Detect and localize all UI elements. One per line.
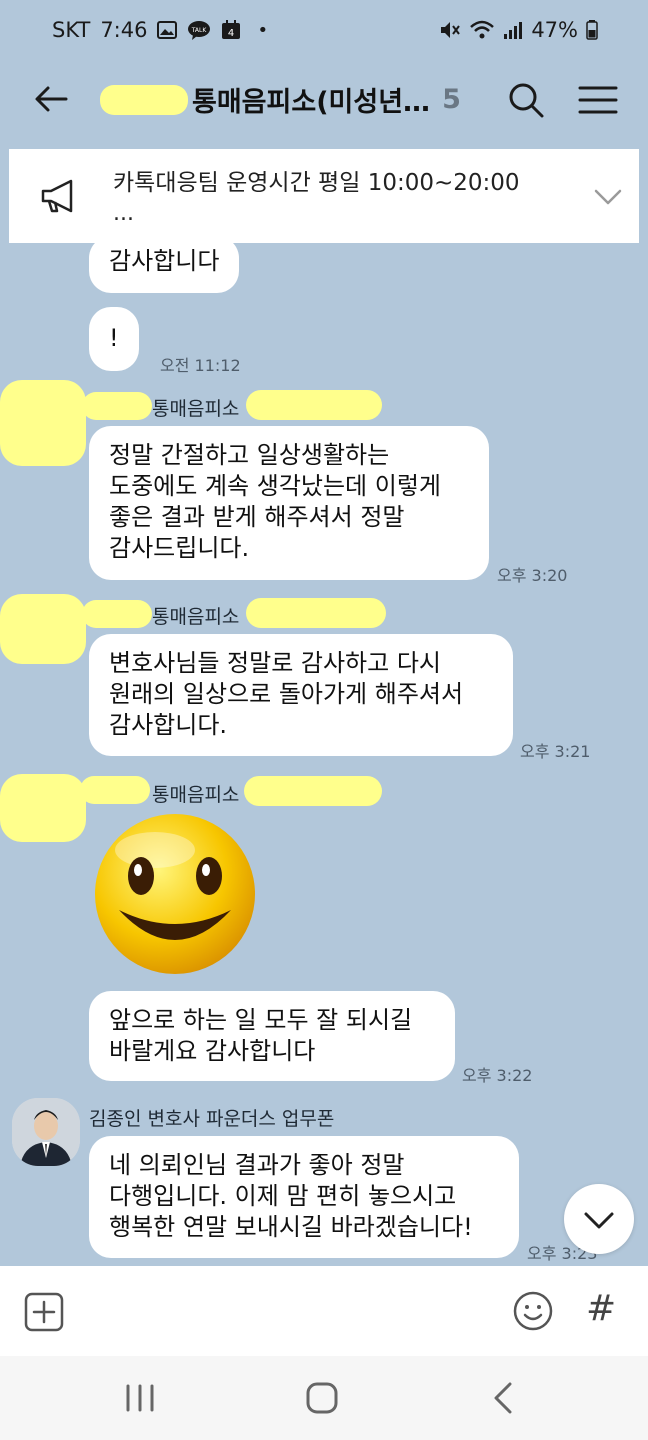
menu-icon[interactable] xyxy=(576,78,620,122)
redaction-highlight xyxy=(82,392,152,420)
member-count: 5 xyxy=(442,84,461,115)
message-bubble[interactable]: 정말 간절하고 일상생활하는 도중에도 계속 생각났는데 이렇게 좋은 결과 받… xyxy=(89,426,489,580)
message-bubble[interactable]: 변호사님들 정말로 감사하고 다시 원래의 일상으로 돌아가게 해주셔서 감사합… xyxy=(89,634,513,756)
message-line: 바랄게요 감사합니다 xyxy=(109,1037,316,1065)
message-line: 네 의뢰인님 결과가 좋아 정말 xyxy=(109,1151,405,1179)
chevron-down-icon[interactable] xyxy=(591,179,625,213)
calendar-icon: 4 xyxy=(222,20,241,39)
nav-back-icon[interactable] xyxy=(488,1380,518,1416)
avatar-redacted xyxy=(0,774,86,842)
avatar-redacted xyxy=(0,594,86,664)
message-line: 정말 간절하고 일상생활하는 xyxy=(109,441,390,469)
chevron-down-icon xyxy=(584,1212,614,1229)
message-line: 변호사님들 정말로 감사하고 다시 xyxy=(109,649,442,677)
sender-name: 통매음피소 xyxy=(152,606,240,628)
sender-name: 김종인 변호사 파운더스 업무폰 xyxy=(89,1108,335,1130)
svg-text:TALK: TALK xyxy=(191,27,208,34)
message-line: 다행입니다. 이제 맘 편히 놓으시고 xyxy=(109,1182,457,1210)
message-line: 감사합니다. xyxy=(109,711,228,739)
redaction-highlight xyxy=(100,84,188,115)
chat-header: 통매음피소(미성년… 5 xyxy=(0,62,648,138)
message-bubble[interactable]: ! xyxy=(89,307,139,371)
message-bubble[interactable]: 네 의뢰인님 결과가 좋아 정말 다행입니다. 이제 맘 편히 놓으시고 행복한… xyxy=(89,1136,519,1258)
battery-percent: 47% xyxy=(531,18,578,42)
redaction-highlight xyxy=(246,598,386,628)
sender-name: 통매음피소 xyxy=(152,784,240,806)
lawyer-photo xyxy=(12,1098,80,1166)
megaphone-icon xyxy=(41,179,73,213)
back-arrow-icon[interactable] xyxy=(28,76,74,122)
scroll-to-bottom-button[interactable] xyxy=(564,1184,634,1254)
emoji-icon[interactable] xyxy=(512,1290,554,1332)
home-icon[interactable] xyxy=(304,1380,340,1416)
kakaotalk-icon: TALK xyxy=(188,21,211,40)
recent-apps-icon[interactable] xyxy=(122,1382,158,1414)
plus-icon[interactable] xyxy=(24,1292,64,1332)
notice-ellipsis: ... xyxy=(113,201,134,226)
more-notifications-dot: • xyxy=(257,19,269,41)
message-line: 앞으로 하는 일 모두 잘 되시길 xyxy=(109,1006,413,1034)
signal-icon xyxy=(504,22,523,39)
message-bubble[interactable]: 감사합니다 xyxy=(89,236,240,293)
svg-text:4: 4 xyxy=(228,28,234,39)
message-time: 오후 3:22 xyxy=(462,1066,533,1085)
redaction-highlight xyxy=(246,390,382,420)
redaction-highlight xyxy=(82,600,152,628)
sender-name: 통매음피소 xyxy=(152,398,240,420)
message-line: 행복한 연말 보내시길 바라겠습니다! xyxy=(109,1213,473,1241)
carrier-label: SKT xyxy=(52,18,91,42)
battery-icon xyxy=(586,20,598,40)
hash-icon[interactable]: # xyxy=(586,1288,626,1332)
message-text: 감사합니다 xyxy=(109,247,220,275)
clock: 7:46 xyxy=(100,18,148,42)
message-time: 오후 3:20 xyxy=(497,566,568,585)
chat-title[interactable]: 통매음피소(미성년… 5 xyxy=(100,80,461,119)
redaction-highlight xyxy=(244,776,382,806)
message-text: ! xyxy=(109,324,119,352)
message-time: 오전 11:12 xyxy=(160,356,241,375)
message-line: 좋은 결과 받게 해주셔서 정말 xyxy=(109,503,405,531)
notice-banner[interactable]: 카톡대응팀 운영시간 평일 10:00~20:00 ... xyxy=(9,149,639,243)
avatar-redacted xyxy=(0,380,86,466)
message-line: 도중에도 계속 생각났는데 이렇게 xyxy=(109,472,442,500)
message-input-bar: # xyxy=(0,1266,648,1356)
message-time: 오후 3:21 xyxy=(520,742,591,761)
search-icon[interactable] xyxy=(504,78,548,122)
chat-title-text: 통매음피소(미성년… xyxy=(192,87,431,118)
message-line: 감사드립니다. xyxy=(109,534,250,562)
redaction-highlight xyxy=(80,776,150,804)
status-bar: SKT 7:46 TALK 4 • 47% xyxy=(0,0,648,62)
message-line: 원래의 일상으로 돌아가게 해주셔서 xyxy=(109,680,464,708)
gallery-icon xyxy=(157,21,178,39)
mute-icon xyxy=(441,22,461,38)
message-bubble[interactable]: 앞으로 하는 일 모두 잘 되시길 바랄게요 감사합니다 xyxy=(89,991,455,1081)
notice-text: 카톡대응팀 운영시간 평일 10:00~20:00 xyxy=(113,170,520,196)
smiley-face-icon[interactable] xyxy=(93,812,257,976)
system-navigation-bar xyxy=(0,1356,648,1440)
wifi-icon xyxy=(470,20,495,39)
avatar[interactable] xyxy=(12,1098,80,1166)
